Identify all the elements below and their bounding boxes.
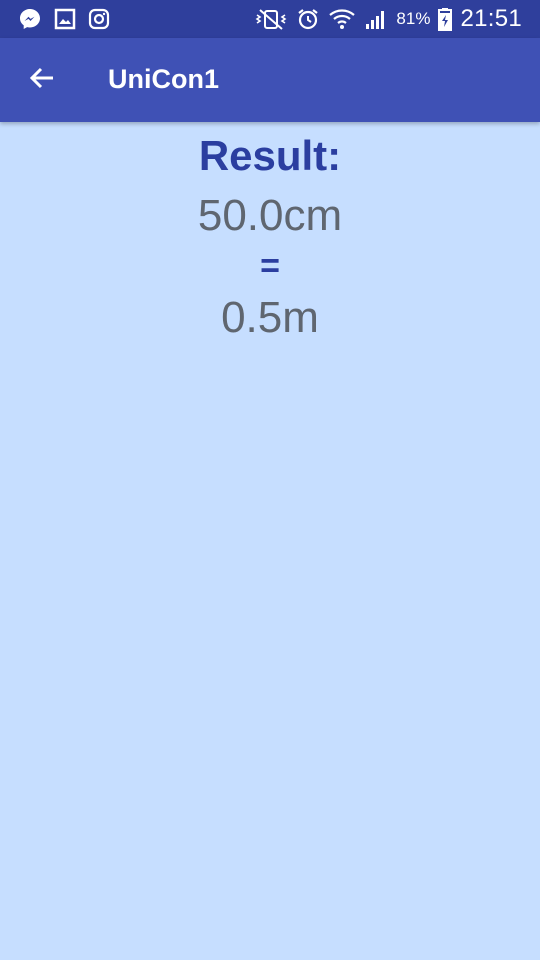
input-value: 50.0cm [197,191,343,240]
messenger-icon [18,7,42,31]
app-title: UniCon1 [108,64,219,94]
instagram-icon [88,8,110,30]
back-button[interactable] [22,60,62,100]
battery-percent: 81% [396,9,431,28]
equals-sign: = [260,247,280,285]
gallery-icon [54,8,76,30]
vibrate-icon [254,7,288,31]
result-label: Result: [198,132,342,179]
system-icons: 81% 21:51 [254,5,522,33]
wifi-icon [328,7,356,31]
back-arrow-icon [28,64,56,97]
alarm-icon [296,7,320,31]
output-value: 0.5m [221,293,319,342]
result-panel: Result: 50.0cm = 0.5m [0,122,540,344]
notification-icons [18,7,110,31]
clock: 21:51 [460,5,522,32]
signal-icon [364,7,388,31]
app-bar: UniCon1 [0,38,540,122]
status-bar: 81% 21:51 [0,0,540,38]
battery-icon [438,7,453,31]
